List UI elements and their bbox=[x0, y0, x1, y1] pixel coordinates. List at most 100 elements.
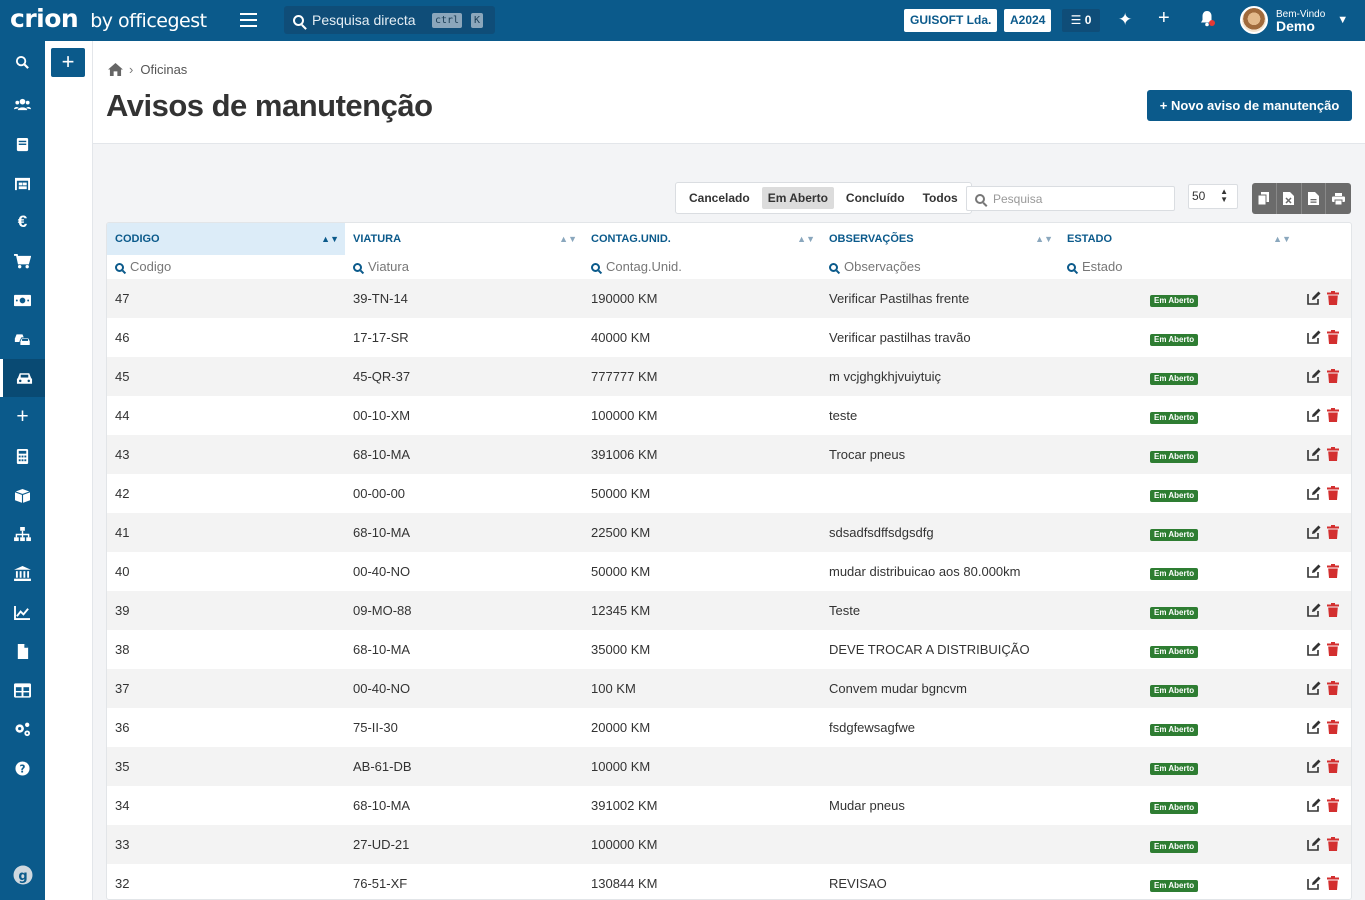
cogs-icon[interactable] bbox=[0, 710, 45, 748]
table-row[interactable]: 35 AB-61-DB 10000 KM Em Aberto bbox=[107, 747, 1351, 786]
bell-icon[interactable] bbox=[1199, 10, 1215, 32]
print-button[interactable] bbox=[1326, 183, 1351, 214]
edit-icon[interactable] bbox=[1307, 681, 1321, 695]
edit-icon[interactable] bbox=[1307, 798, 1321, 812]
filter-em-aberto[interactable]: Em Aberto bbox=[761, 187, 834, 209]
column-header-viatura[interactable]: VIATURA ▲▼ bbox=[345, 223, 583, 255]
help-icon[interactable]: ? bbox=[0, 749, 45, 787]
delete-icon[interactable] bbox=[1327, 759, 1339, 773]
search-icon[interactable] bbox=[0, 43, 45, 81]
delete-icon[interactable] bbox=[1327, 291, 1339, 305]
filter-codigo-input[interactable]: Codigo bbox=[107, 255, 171, 279]
edit-icon[interactable] bbox=[1307, 837, 1321, 851]
edit-icon[interactable] bbox=[1307, 330, 1321, 344]
edit-icon[interactable] bbox=[1307, 603, 1321, 617]
year-selector[interactable]: A2024 bbox=[1004, 9, 1052, 32]
new-maintenance-button[interactable]: + Novo aviso de manutenção bbox=[1147, 90, 1352, 121]
plus-icon[interactable]: + bbox=[0, 398, 45, 436]
table-row[interactable]: 45 45-QR-37 777777 KM m vcjghgkhjvuiytuiç Em… bbox=[107, 357, 1351, 396]
filter-concluido[interactable]: Concluído bbox=[840, 187, 911, 209]
table-row[interactable]: 46 17-17-SR 40000 KM Verificar pastilhas tr… bbox=[107, 318, 1351, 357]
app-logo[interactable]: crion by officegest bbox=[10, 4, 207, 36]
edit-icon[interactable] bbox=[1307, 408, 1321, 422]
column-header-contag[interactable]: CONTAG.UNID. ▲▼ bbox=[583, 223, 821, 255]
table-row[interactable]: 42 00-00-00 50000 KM Em Aberto bbox=[107, 474, 1351, 513]
table-row[interactable]: 44 00-10-XM 100000 KM teste Em Aberto bbox=[107, 396, 1351, 435]
home-icon[interactable] bbox=[108, 63, 123, 76]
sitemap-icon[interactable] bbox=[0, 515, 45, 553]
global-search-input[interactable]: Pesquisa directa ctrl K bbox=[284, 6, 495, 34]
tasks-button[interactable]: ☰ 0 bbox=[1062, 9, 1100, 32]
table-search-input[interactable]: Pesquisa bbox=[966, 186, 1175, 211]
delete-icon[interactable] bbox=[1327, 798, 1339, 812]
edit-icon[interactable] bbox=[1307, 876, 1321, 890]
table-row[interactable]: 34 68-10-MA 391002 KM Mudar pneus Em Aberto bbox=[107, 786, 1351, 825]
edit-icon[interactable] bbox=[1307, 369, 1321, 383]
table-row[interactable]: 41 68-10-MA 22500 KM sdsadfsdffsdgsdfg Em Ab… bbox=[107, 513, 1351, 552]
filter-todos[interactable]: Todos bbox=[917, 187, 964, 209]
column-header-estado[interactable]: ESTADO ▲▼ bbox=[1059, 223, 1297, 255]
edit-icon[interactable] bbox=[1307, 525, 1321, 539]
add-icon[interactable]: + bbox=[1158, 8, 1170, 28]
column-header-codigo[interactable]: CODIGO ▲▼ bbox=[107, 223, 345, 255]
warehouse-icon[interactable] bbox=[0, 164, 45, 202]
sparkle-icon[interactable]: ✦ bbox=[1118, 10, 1132, 30]
company-selector[interactable]: GUISOFT Lda. bbox=[904, 9, 998, 32]
bank-icon[interactable] bbox=[0, 554, 45, 592]
table-row[interactable]: 32 76-51-XF 130844 KM REVISAO Em Aberto bbox=[107, 864, 1351, 899]
pdf-button[interactable] bbox=[1301, 183, 1327, 214]
table-row[interactable]: 40 00-40-NO 50000 KM mudar distribuicao aos… bbox=[107, 552, 1351, 591]
copy-button[interactable] bbox=[1252, 183, 1277, 214]
delete-icon[interactable] bbox=[1327, 408, 1339, 422]
calculator-icon[interactable] bbox=[0, 437, 45, 475]
delete-icon[interactable] bbox=[1327, 447, 1339, 461]
table-row[interactable]: 39 09-MO-88 12345 KM Teste Em Aberto bbox=[107, 591, 1351, 630]
edit-icon[interactable] bbox=[1307, 642, 1321, 656]
menu-icon[interactable] bbox=[240, 13, 257, 27]
filter-contag-input[interactable]: Contag.Unid. bbox=[583, 255, 682, 279]
table-row[interactable]: 33 27-UD-21 100000 KM Em Aberto bbox=[107, 825, 1351, 864]
boxes-icon[interactable] bbox=[0, 476, 45, 514]
g-logo-icon[interactable]: g bbox=[0, 856, 45, 894]
table-row[interactable]: 37 00-40-NO 100 KM Convem mudar bgncvm Em Ab… bbox=[107, 669, 1351, 708]
delete-icon[interactable] bbox=[1327, 876, 1339, 890]
edit-icon[interactable] bbox=[1307, 720, 1321, 734]
quick-add-button[interactable]: + bbox=[51, 48, 85, 77]
filter-observacoes-input[interactable]: Observações bbox=[821, 255, 921, 279]
delete-icon[interactable] bbox=[1327, 603, 1339, 617]
user-menu[interactable]: Bem-Vindo Demo ▼ bbox=[1240, 6, 1348, 34]
edit-icon[interactable] bbox=[1307, 486, 1321, 500]
filter-estado-input[interactable]: Estado bbox=[1059, 255, 1122, 279]
edit-icon[interactable] bbox=[1307, 564, 1321, 578]
column-header-observacoes[interactable]: OBSERVAÇÕES ▲▼ bbox=[821, 223, 1059, 255]
delete-icon[interactable] bbox=[1327, 564, 1339, 578]
euro-icon[interactable]: € bbox=[0, 203, 45, 241]
delete-icon[interactable] bbox=[1327, 681, 1339, 695]
edit-icon[interactable] bbox=[1307, 447, 1321, 461]
users-icon[interactable] bbox=[0, 85, 45, 123]
excel-button[interactable] bbox=[1276, 183, 1302, 214]
table-row[interactable]: 36 75-II-30 20000 KM fsdgfewsagfwe Em Aberto bbox=[107, 708, 1351, 747]
filter-cancelado[interactable]: Cancelado bbox=[683, 187, 756, 209]
cart-icon[interactable] bbox=[0, 242, 45, 280]
delete-icon[interactable] bbox=[1327, 486, 1339, 500]
table-row[interactable]: 38 68-10-MA 35000 KM DEVE TROCAR A DISTRIBU… bbox=[107, 630, 1351, 669]
page-size-select[interactable]: 50 ▲ ▼ bbox=[1188, 184, 1238, 209]
delete-icon[interactable] bbox=[1327, 369, 1339, 383]
file-icon[interactable] bbox=[0, 632, 45, 670]
delete-icon[interactable] bbox=[1327, 525, 1339, 539]
table-icon[interactable] bbox=[0, 671, 45, 709]
table-row[interactable]: 43 68-10-MA 391006 KM Trocar pneus Em Aberto bbox=[107, 435, 1351, 474]
money-icon[interactable] bbox=[0, 281, 45, 319]
chart-icon[interactable] bbox=[0, 593, 45, 631]
edit-icon[interactable] bbox=[1307, 291, 1321, 305]
delete-icon[interactable] bbox=[1327, 330, 1339, 344]
breadcrumb-section[interactable]: Oficinas bbox=[140, 62, 187, 77]
cars-icon[interactable] bbox=[0, 320, 45, 358]
book-icon[interactable] bbox=[0, 125, 45, 163]
table-row[interactable]: 47 39-TN-14 190000 KM Verificar Pastilhas f… bbox=[107, 279, 1351, 318]
delete-icon[interactable] bbox=[1327, 642, 1339, 656]
delete-icon[interactable] bbox=[1327, 720, 1339, 734]
edit-icon[interactable] bbox=[1307, 759, 1321, 773]
delete-icon[interactable] bbox=[1327, 837, 1339, 851]
